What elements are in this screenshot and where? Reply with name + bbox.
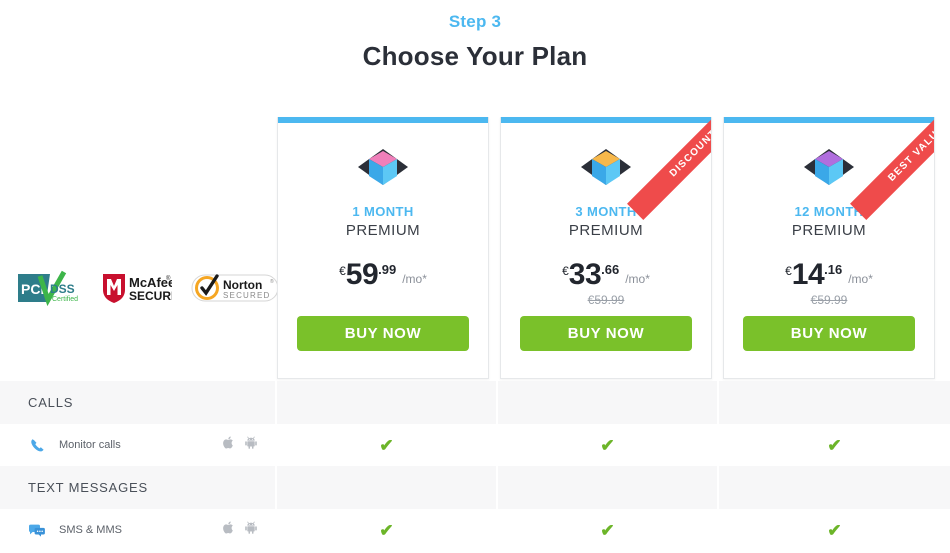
check-icon: ✔ xyxy=(379,435,394,455)
platform-icons xyxy=(223,521,257,539)
page-title: Choose Your Plan xyxy=(362,41,588,71)
feature-row-monitor-calls: Monitor calls ✔ ✔ ✔ xyxy=(0,424,950,466)
buy-now-button-12-month[interactable]: BUY NOW xyxy=(743,315,915,351)
price-period: /mo* xyxy=(848,272,873,286)
plan-card-3-month[interactable]: DISCOUNT 3 MONTH PREMIUM € 33 .66 /mo* €… xyxy=(500,117,712,379)
price-integer: 33 xyxy=(568,258,602,291)
plan-price: € 59 .99 /mo* xyxy=(278,258,488,291)
feature-availability-cell: ✔ xyxy=(275,509,496,551)
pricing-page: Step 3 Choose Your Plan PCI DSS Certifie… xyxy=(0,0,950,553)
currency-symbol: € xyxy=(562,264,569,278)
plan-tier: PREMIUM xyxy=(568,222,644,239)
feature-row-sms-mms: SMS & MMS ✔ ✔ ✔ xyxy=(0,509,950,551)
plan-card-12-month[interactable]: BEST VALUE 12 MONTH PREMIUM € 14 .16 /mo… xyxy=(723,117,935,379)
feature-availability-cell: ✔ xyxy=(717,424,950,466)
apple-icon xyxy=(223,521,234,539)
svg-text:Norton: Norton xyxy=(223,278,262,292)
svg-text:®: ® xyxy=(166,275,171,282)
svg-text:SECURED: SECURED xyxy=(223,291,271,300)
feature-section-header: TEXT MESSAGES xyxy=(0,466,950,509)
feature-availability-cell: ✔ xyxy=(496,424,717,466)
check-icon: ✔ xyxy=(379,520,394,540)
svg-text:SECURE: SECURE xyxy=(129,289,172,303)
feature-availability-cell: ✔ xyxy=(717,509,950,551)
buy-now-button-3-month[interactable]: BUY NOW xyxy=(520,315,692,351)
price-decimal: .66 xyxy=(601,262,620,277)
platform-icons xyxy=(223,436,257,454)
svg-text:DSS: DSS xyxy=(50,282,75,296)
feature-availability-cell: ✔ xyxy=(275,424,496,466)
currency-symbol: € xyxy=(339,264,346,278)
card-accent-bar xyxy=(278,117,488,123)
check-icon: ✔ xyxy=(600,520,615,540)
plan-term: 1 MONTH xyxy=(352,204,414,219)
plan-price: € 14 .16 /mo* xyxy=(724,258,934,291)
plan-price: € 33 .66 /mo* xyxy=(501,258,711,291)
price-period: /mo* xyxy=(625,272,650,286)
plan-logo xyxy=(724,143,934,191)
plan-cards: 1 MONTH PREMIUM € 59 .99 /mo* BUY NOW DI… xyxy=(277,117,937,379)
apple-icon xyxy=(223,436,234,454)
section-title: TEXT MESSAGES xyxy=(28,480,148,495)
svg-text:Certified: Certified xyxy=(52,296,78,303)
price-integer: 59 xyxy=(345,258,379,291)
old-price: €59.99 xyxy=(587,292,625,307)
trust-badges: PCI DSS Certified McAfee ® SECURE xyxy=(14,266,279,310)
plan-tier: PREMIUM xyxy=(791,222,867,239)
feature-name: Monitor calls xyxy=(59,439,121,451)
step-label: Step 3 xyxy=(448,12,502,31)
feature-availability-cell: ✔ xyxy=(496,509,717,551)
plan-term: 3 MONTH xyxy=(575,204,637,219)
check-icon: ✔ xyxy=(600,435,615,455)
phone-icon xyxy=(28,437,46,454)
section-title: CALLS xyxy=(28,395,74,410)
android-icon xyxy=(245,521,257,539)
price-integer: 14 xyxy=(791,258,825,291)
plan-card-1-month[interactable]: 1 MONTH PREMIUM € 59 .99 /mo* BUY NOW xyxy=(277,117,489,379)
chat-icon xyxy=(28,523,46,538)
card-accent-bar xyxy=(724,117,934,123)
currency-symbol: € xyxy=(785,264,792,278)
android-icon xyxy=(245,436,257,454)
check-icon: ✔ xyxy=(827,435,842,455)
price-decimal: .99 xyxy=(378,262,397,277)
buy-now-button-1-month[interactable]: BUY NOW xyxy=(297,315,469,351)
plan-tier: PREMIUM xyxy=(345,222,421,239)
norton-secured-badge: Norton SECURED ® xyxy=(190,268,282,308)
card-accent-bar xyxy=(501,117,711,123)
feature-section-header: CALLS xyxy=(0,381,950,424)
old-price: €59.99 xyxy=(810,292,848,307)
feature-name: SMS & MMS xyxy=(59,524,122,536)
svg-text:®: ® xyxy=(270,278,274,285)
plan-logo xyxy=(501,143,711,191)
mcafee-secure-badge: McAfee ® SECURE xyxy=(98,268,172,308)
price-decimal: .16 xyxy=(824,262,843,277)
feature-comparison-table: CALLS Monitor calls ✔ ✔ ✔ TEXT MESSAGES … xyxy=(0,381,950,551)
pci-dss-badge: PCI DSS Certified xyxy=(14,268,80,308)
price-period: /mo* xyxy=(402,272,427,286)
plan-logo xyxy=(278,143,488,191)
plan-term: 12 MONTH xyxy=(794,204,864,219)
check-icon: ✔ xyxy=(827,520,842,540)
